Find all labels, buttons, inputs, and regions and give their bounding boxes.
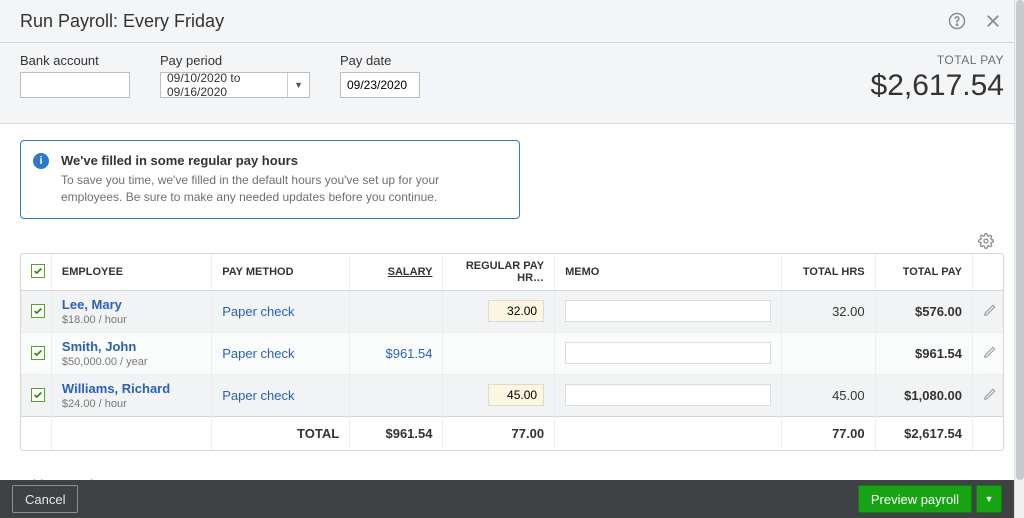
row-checkbox[interactable]	[31, 346, 45, 360]
col-pay-method[interactable]: PAY METHOD	[212, 254, 350, 291]
col-regular-hours[interactable]: REGULAR PAY HR…	[443, 254, 555, 291]
col-total-pay[interactable]: TOTAL PAY	[875, 254, 972, 291]
memo-input[interactable]	[565, 384, 771, 406]
pencil-icon[interactable]	[983, 347, 997, 362]
employee-rate: $50,000.00 / year	[62, 356, 201, 368]
scrollbar-thumb[interactable]	[1016, 0, 1024, 480]
payroll-table: EMPLOYEE PAY METHOD SALARY REGULAR PAY H…	[20, 253, 1004, 452]
bank-account-input[interactable]	[20, 72, 130, 98]
total-pay-value: $576.00	[915, 304, 962, 319]
pay-period-label: Pay period	[160, 53, 310, 68]
bank-account-label: Bank account	[20, 53, 130, 68]
pay-method-link[interactable]: Paper check	[222, 388, 294, 403]
pencil-icon[interactable]	[983, 305, 997, 320]
col-employee[interactable]: EMPLOYEE	[51, 254, 211, 291]
memo-input[interactable]	[565, 300, 771, 322]
regular-hours-input[interactable]	[488, 300, 544, 322]
col-salary[interactable]: SALARY	[350, 254, 443, 291]
close-icon[interactable]	[982, 10, 1004, 32]
employee-name[interactable]: Williams, Richard	[62, 381, 201, 396]
row-checkbox[interactable]	[31, 304, 45, 318]
col-memo[interactable]: MEMO	[555, 254, 782, 291]
total-hours-value: 32.00	[792, 304, 864, 319]
select-all-checkbox[interactable]	[31, 264, 45, 278]
preview-payroll-split-button[interactable]: ▼	[976, 485, 1002, 513]
totals-regular-hours: 77.00	[453, 426, 544, 441]
total-hours-value: 45.00	[792, 388, 864, 403]
cancel-button[interactable]: Cancel	[12, 485, 78, 513]
total-pay-label: TOTAL PAY	[871, 53, 1004, 67]
totals-total-hours: 77.00	[792, 426, 864, 441]
help-icon[interactable]	[946, 10, 968, 32]
pay-date-label: Pay date	[340, 53, 420, 68]
gear-icon[interactable]	[978, 233, 994, 249]
totals-label: TOTAL	[212, 416, 350, 450]
pay-method-link[interactable]: Paper check	[222, 304, 294, 319]
employee-name[interactable]: Lee, Mary	[62, 297, 201, 312]
col-total-hours[interactable]: TOTAL HRS	[782, 254, 875, 291]
scrollbar[interactable]	[1014, 0, 1024, 518]
totals-total-pay: $2,617.54	[886, 426, 962, 441]
totals-salary: $961.54	[360, 426, 432, 441]
pay-period-value: 09/10/2020 to 09/16/2020	[167, 71, 287, 99]
pay-method-link[interactable]: Paper check	[222, 346, 294, 361]
employee-rate: $18.00 / hour	[62, 314, 201, 326]
total-pay-value: $1,080.00	[904, 388, 962, 403]
total-pay-value: $961.54	[915, 346, 962, 361]
pay-period-select[interactable]: 09/10/2020 to 09/16/2020 ▼	[160, 72, 310, 98]
table-row: Lee, Mary $18.00 / hour Paper check 32.0…	[21, 290, 1003, 332]
regular-hours-input[interactable]	[488, 384, 544, 406]
info-icon: i	[33, 153, 49, 169]
action-bar: Cancel Preview payroll ▼	[0, 480, 1014, 518]
chevron-down-icon: ▼	[287, 73, 303, 97]
employee-name[interactable]: Smith, John	[62, 339, 201, 354]
info-banner: i We've filled in some regular pay hours…	[20, 140, 520, 219]
pencil-icon[interactable]	[983, 389, 997, 404]
pay-date-input[interactable]	[340, 72, 420, 98]
employee-rate: $24.00 / hour	[62, 398, 201, 410]
info-body: To save you time, we've filled in the de…	[61, 172, 503, 206]
table-row: Smith, John $50,000.00 / year Paper chec…	[21, 332, 1003, 374]
info-title: We've filled in some regular pay hours	[61, 153, 503, 168]
memo-input[interactable]	[565, 342, 771, 364]
page-title: Run Payroll: Every Friday	[20, 11, 932, 32]
table-row: Williams, Richard $24.00 / hour Paper ch…	[21, 374, 1003, 416]
total-pay-amount: $2,617.54	[871, 69, 1004, 103]
chevron-down-icon: ▼	[985, 494, 994, 504]
salary-value[interactable]: $961.54	[360, 346, 432, 361]
row-checkbox[interactable]	[31, 388, 45, 402]
preview-payroll-button[interactable]: Preview payroll	[858, 485, 972, 513]
